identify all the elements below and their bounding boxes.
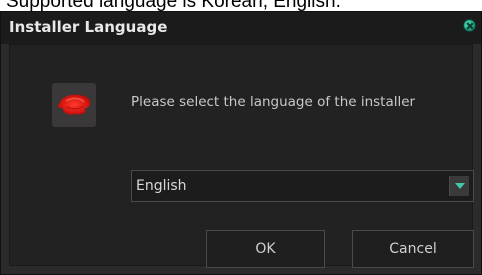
language-select-value: English bbox=[136, 178, 187, 194]
chevron-down-icon[interactable] bbox=[449, 176, 469, 196]
title-bar[interactable]: Installer Language bbox=[1, 12, 481, 44]
language-prompt: Please select the language of the instal… bbox=[131, 94, 416, 110]
ok-button[interactable]: OK bbox=[206, 230, 325, 268]
installer-dialog: Installer Language Please select the lan… bbox=[0, 11, 482, 275]
close-icon[interactable] bbox=[463, 19, 476, 32]
window-title: Installer Language bbox=[9, 18, 168, 36]
cancel-button[interactable]: Cancel bbox=[352, 230, 474, 268]
page: Supported language is Korean, English. I… bbox=[0, 0, 482, 275]
red-swirl-logo-icon bbox=[58, 94, 91, 115]
language-select[interactable]: English bbox=[131, 170, 474, 202]
app-logo bbox=[52, 83, 96, 127]
dialog-content: Please select the language of the instal… bbox=[9, 44, 474, 268]
